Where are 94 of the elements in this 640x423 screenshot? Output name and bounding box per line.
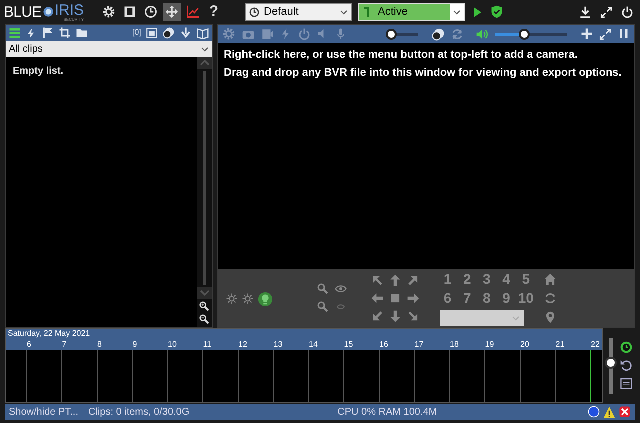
zoom-out-icon[interactable] xyxy=(199,314,210,325)
preset-button[interactable]: 9 xyxy=(498,289,514,307)
warning-icon[interactable] xyxy=(603,406,616,418)
hour-label: 6 xyxy=(26,339,32,350)
move-button[interactable] xyxy=(163,3,181,21)
clip-filter-dropdown[interactable]: All clips xyxy=(6,41,212,57)
arrow-right-icon[interactable] xyxy=(407,292,420,304)
folder-icon[interactable] xyxy=(76,27,88,39)
lightning-icon[interactable] xyxy=(26,28,37,38)
resource-usage: CPU 0% RAM 100.4M xyxy=(338,406,438,420)
hour-label: 20 xyxy=(520,339,530,350)
speaker-icon[interactable] xyxy=(476,28,489,40)
chart-button[interactable] xyxy=(184,3,202,21)
volume-slider[interactable] xyxy=(495,28,567,40)
hour-label: 14 xyxy=(308,339,318,350)
schedule-icon xyxy=(362,6,370,18)
clock-button[interactable] xyxy=(142,3,160,21)
location-pin-icon[interactable] xyxy=(544,310,557,324)
hour-label: 7 xyxy=(61,339,67,350)
timeline-zoom-slider[interactable] xyxy=(605,338,617,394)
eye-icon[interactable] xyxy=(335,283,347,295)
clock-icon xyxy=(249,6,260,18)
add-icon[interactable] xyxy=(581,28,593,40)
brightness-icon[interactable] xyxy=(226,293,238,305)
logo-text: IRIS xyxy=(54,2,84,18)
brightness-icon[interactable] xyxy=(242,293,254,305)
preset-button[interactable]: 4 xyxy=(498,270,514,288)
arrow-down-right-icon[interactable] xyxy=(407,310,420,322)
preset-button[interactable]: 1 xyxy=(440,270,456,288)
download-icon[interactable] xyxy=(579,6,592,18)
arrow-up-left-icon[interactable] xyxy=(371,274,384,286)
preset-button[interactable]: 2 xyxy=(460,270,476,288)
list-icon[interactable] xyxy=(9,27,21,39)
ptz-toggle-button[interactable]: Show/hide PT... xyxy=(9,404,78,420)
slider-thumb[interactable] xyxy=(518,28,530,40)
preset-button[interactable]: 3 xyxy=(479,270,495,288)
caret-icon[interactable] xyxy=(201,45,209,53)
zoom-in-icon[interactable] xyxy=(199,301,210,312)
slider-thumb[interactable] xyxy=(386,28,397,40)
shield-icon[interactable] xyxy=(490,5,504,19)
hour-label: 9 xyxy=(132,339,138,350)
caret-icon[interactable] xyxy=(340,8,348,16)
hour-label: 18 xyxy=(449,339,459,350)
light-bulb-icon[interactable] xyxy=(258,292,273,306)
stop-icon[interactable] xyxy=(389,292,402,304)
undo-icon[interactable] xyxy=(620,359,633,372)
scrollbar[interactable] xyxy=(203,71,206,285)
logo-text: BLUE xyxy=(4,4,42,20)
clips-status: Clips: 0 items, 0/30.0G xyxy=(88,406,190,420)
instruction-text: Drag and drop any BVR file into this window for viewing and export options. xyxy=(224,66,623,81)
crop-icon[interactable] xyxy=(58,27,71,39)
profile-dropdown[interactable]: Default xyxy=(245,3,352,21)
arrow-up-right-icon[interactable] xyxy=(407,274,420,286)
preset-button[interactable]: 7 xyxy=(460,289,476,307)
clock-icon[interactable] xyxy=(620,341,633,354)
hour-label: 10 xyxy=(167,339,177,350)
flag-icon[interactable] xyxy=(42,27,54,39)
empty-list-text: Empty list. xyxy=(13,65,65,79)
pause-icon[interactable] xyxy=(618,28,630,40)
hour-label: 12 xyxy=(238,339,248,350)
preset-button[interactable]: 10 xyxy=(518,289,534,307)
help-button[interactable]: ? xyxy=(205,3,223,21)
preset-button[interactable]: 6 xyxy=(440,289,456,307)
hour-label: 15 xyxy=(343,339,354,350)
hour-label: 13 xyxy=(272,339,283,350)
hour-label: 19 xyxy=(484,339,494,350)
arrow-up-icon[interactable] xyxy=(389,274,402,286)
hour-label: 22 xyxy=(590,339,600,350)
preset-button[interactable]: 5 xyxy=(518,270,534,288)
instruction-text: Right-click here, or use the menu button at top-left to add a camera. xyxy=(224,48,579,63)
timeline-grid[interactable]: 6 7 8 9 10 11 12 13 14 15 16 17 18 19 20 21 22 xyxy=(6,339,602,402)
hour-label: 21 xyxy=(554,339,565,350)
hour-label: 8 xyxy=(96,339,102,350)
slider-thumb[interactable] xyxy=(605,356,617,369)
clip-count: [0] xyxy=(132,27,142,39)
power-icon[interactable] xyxy=(621,6,634,18)
zoom-slider[interactable] xyxy=(388,28,418,40)
hour-label: 16 xyxy=(378,339,388,350)
hour-label: 11 xyxy=(202,339,212,350)
preset-button[interactable]: 8 xyxy=(479,289,495,307)
refresh-icon[interactable] xyxy=(544,292,557,304)
status-dot-icon xyxy=(588,406,600,418)
error-icon[interactable] xyxy=(619,406,631,418)
timeline-date: Saturday, 22 May 2021 xyxy=(7,329,90,339)
book-icon[interactable] xyxy=(197,27,209,39)
schedule-dropdown[interactable]: Active xyxy=(358,3,465,21)
arrow-down-icon[interactable] xyxy=(389,310,402,322)
fullscreen-icon[interactable] xyxy=(600,6,613,18)
caret-icon[interactable] xyxy=(453,8,461,16)
home-icon[interactable] xyxy=(544,272,557,286)
arrow-down-left-icon[interactable] xyxy=(371,310,384,322)
arrow-left-icon[interactable] xyxy=(371,292,384,304)
hour-label: 17 xyxy=(414,339,424,350)
eye-logo-icon xyxy=(42,4,54,20)
